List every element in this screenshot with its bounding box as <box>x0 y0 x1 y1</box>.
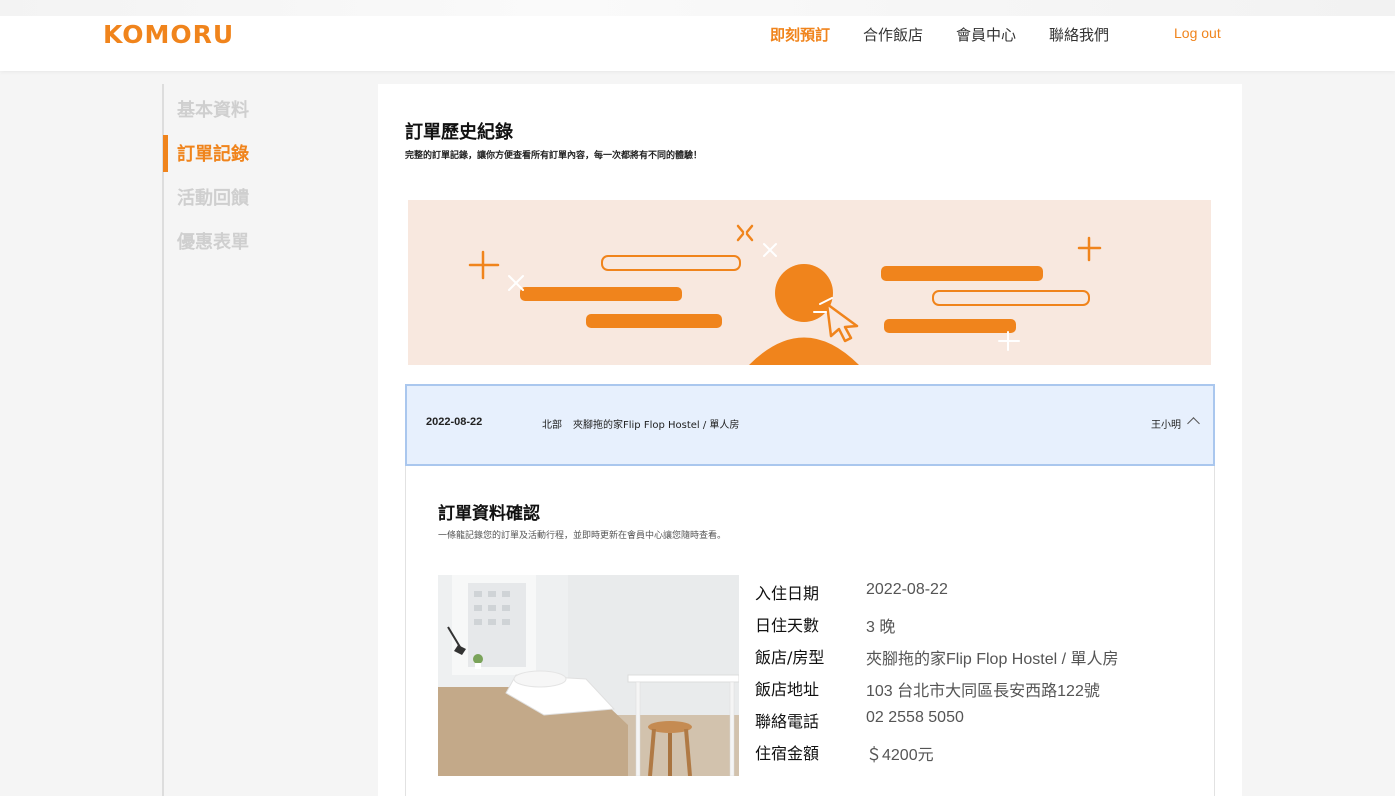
nav-partner-hotels[interactable]: 合作飯店 <box>863 24 923 44</box>
room-photo-illustration <box>438 575 739 776</box>
banner-illustration <box>468 224 1102 365</box>
value-checkin-date: 2022-08-22 <box>866 581 948 598</box>
order-hotel: 夾腳拖的家Flip Flop Hostel / 單人房 <box>573 420 740 431</box>
sidebar-item-feedback[interactable]: 活動回饋 <box>177 184 249 210</box>
komoru-logo[interactable]: KOMORU <box>103 20 234 49</box>
sidebar-item-coupons[interactable]: 優惠表單 <box>177 228 249 254</box>
nav-contact-us[interactable]: 聯絡我們 <box>1049 24 1109 44</box>
label-price: 住宿金額 <box>755 744 820 763</box>
detail-title: 訂單資料確認 <box>438 504 540 524</box>
nav-book-now[interactable]: 即刻預訂 <box>770 24 830 44</box>
value-price: ＄4200元 <box>866 747 934 764</box>
label-hotel-room: 飯店/房型 <box>755 648 825 667</box>
sidebar-active-indicator <box>163 135 168 172</box>
sidebar-item-orders[interactable]: 訂單記錄 <box>177 140 249 166</box>
value-hotel-address: 103 台北市大同區長安西路122號 <box>866 683 1100 700</box>
value-phone: 02 2558 5050 <box>866 709 964 726</box>
sidebar-divider <box>162 84 164 796</box>
value-nights: 3 晚 <box>866 619 896 636</box>
chevron-up-icon[interactable] <box>1187 417 1200 430</box>
top-header: KOMORU 即刻預訂 合作飯店 會員中心 聯絡我們 Log out <box>0 0 1395 71</box>
detail-subtitle: 一條龍記錄您的訂單及活動行程，並即時更新在會員中心讓您隨時查看。 <box>438 531 727 541</box>
logout-link[interactable]: Log out <box>1174 25 1221 41</box>
page-title: 訂單歷史紀錄 <box>405 122 513 143</box>
value-hotel-room: 夾腳拖的家Flip Flop Hostel / 單人房 <box>866 651 1119 668</box>
order-history-banner <box>408 200 1211 365</box>
header-top-strip <box>0 0 1395 16</box>
order-date: 2022-08-22 <box>426 416 483 428</box>
sidebar-item-profile[interactable]: 基本資料 <box>177 96 249 122</box>
label-checkin-date: 入住日期 <box>755 584 820 603</box>
label-hotel-address: 飯店地址 <box>755 680 820 699</box>
order-summary-row[interactable]: 2022-08-22 北部 夾腳拖的家Flip Flop Hostel / 單人… <box>405 384 1215 466</box>
order-region: 北部 <box>542 420 562 431</box>
room-photo <box>438 575 739 776</box>
page-subtitle: 完整的訂單記錄，讓你方便查看所有訂單內容，每一次都將有不同的體驗！ <box>405 151 703 161</box>
label-nights: 日住天數 <box>755 616 820 635</box>
label-phone: 聯絡電話 <box>755 712 820 731</box>
nav-member-center[interactable]: 會員中心 <box>956 24 1016 44</box>
order-guest-name: 王小明 <box>1151 420 1181 431</box>
